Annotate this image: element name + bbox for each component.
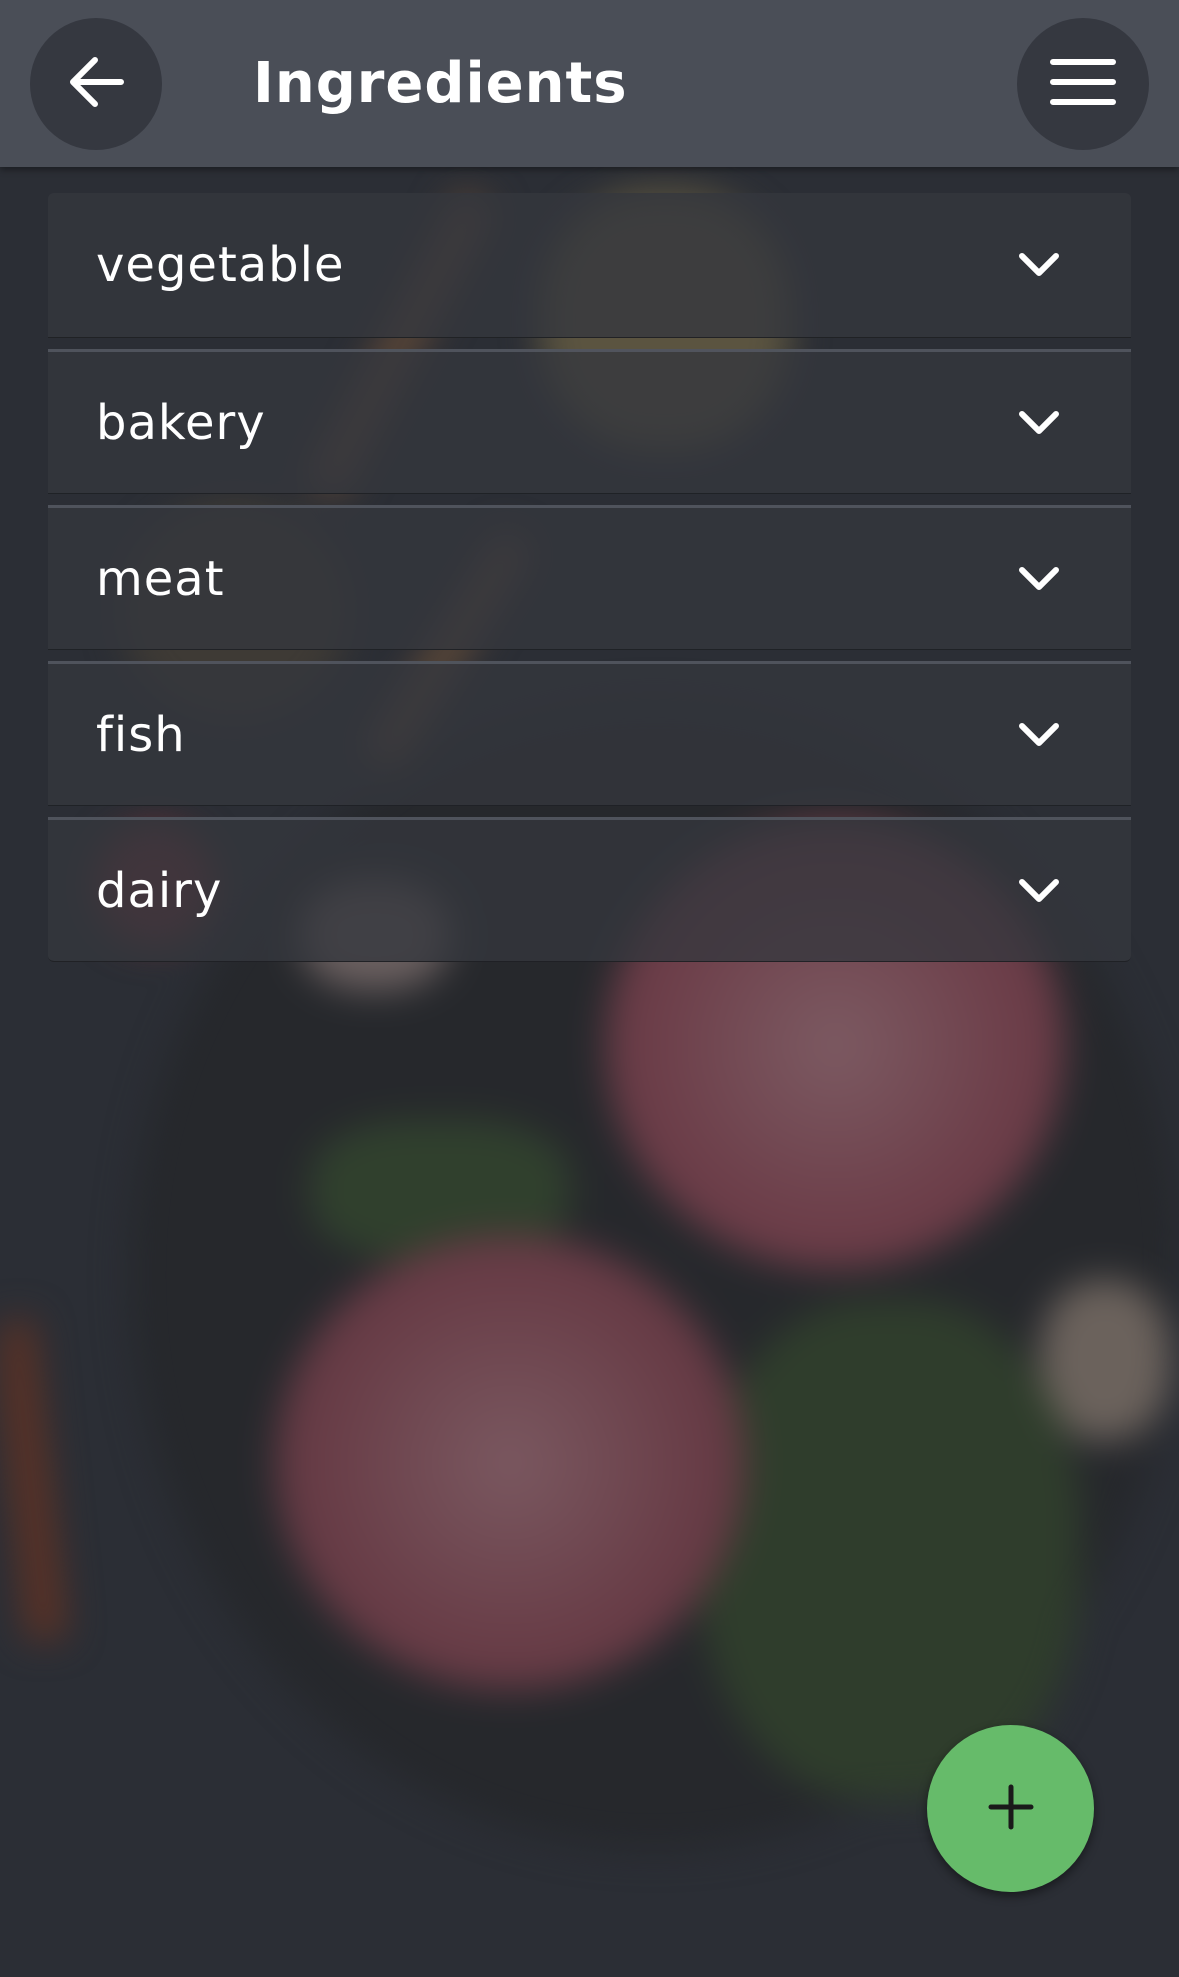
menu-button[interactable] — [1017, 18, 1149, 150]
category-list: vegetable bakery meat fish dairy — [48, 193, 1131, 962]
chevron-down-icon[interactable] — [1013, 709, 1065, 761]
arrow-left-icon — [65, 51, 127, 117]
category-label: dairy — [96, 862, 223, 919]
page-title: Ingredients — [253, 51, 628, 116]
app-bar: Ingredients — [0, 0, 1179, 167]
chevron-down-icon[interactable] — [1013, 239, 1065, 291]
add-ingredient-button[interactable] — [927, 1725, 1094, 1892]
chevron-down-icon[interactable] — [1013, 553, 1065, 605]
category-item-dairy[interactable]: dairy — [48, 817, 1131, 962]
category-item-meat[interactable]: meat — [48, 505, 1131, 650]
category-label: bakery — [96, 394, 266, 451]
category-item-vegetable[interactable]: vegetable — [48, 193, 1131, 338]
category-item-fish[interactable]: fish — [48, 661, 1131, 806]
category-item-bakery[interactable]: bakery — [48, 349, 1131, 494]
category-label: fish — [96, 706, 186, 763]
category-label: vegetable — [96, 237, 345, 293]
plus-icon — [988, 1784, 1034, 1834]
chevron-down-icon[interactable] — [1013, 397, 1065, 449]
category-label: meat — [96, 550, 225, 607]
hamburger-menu-icon — [1050, 57, 1116, 111]
ingredients-screen: Ingredients vegetable bakery meat fish d… — [0, 0, 1179, 1977]
chevron-down-icon[interactable] — [1013, 865, 1065, 917]
back-button[interactable] — [30, 18, 162, 150]
